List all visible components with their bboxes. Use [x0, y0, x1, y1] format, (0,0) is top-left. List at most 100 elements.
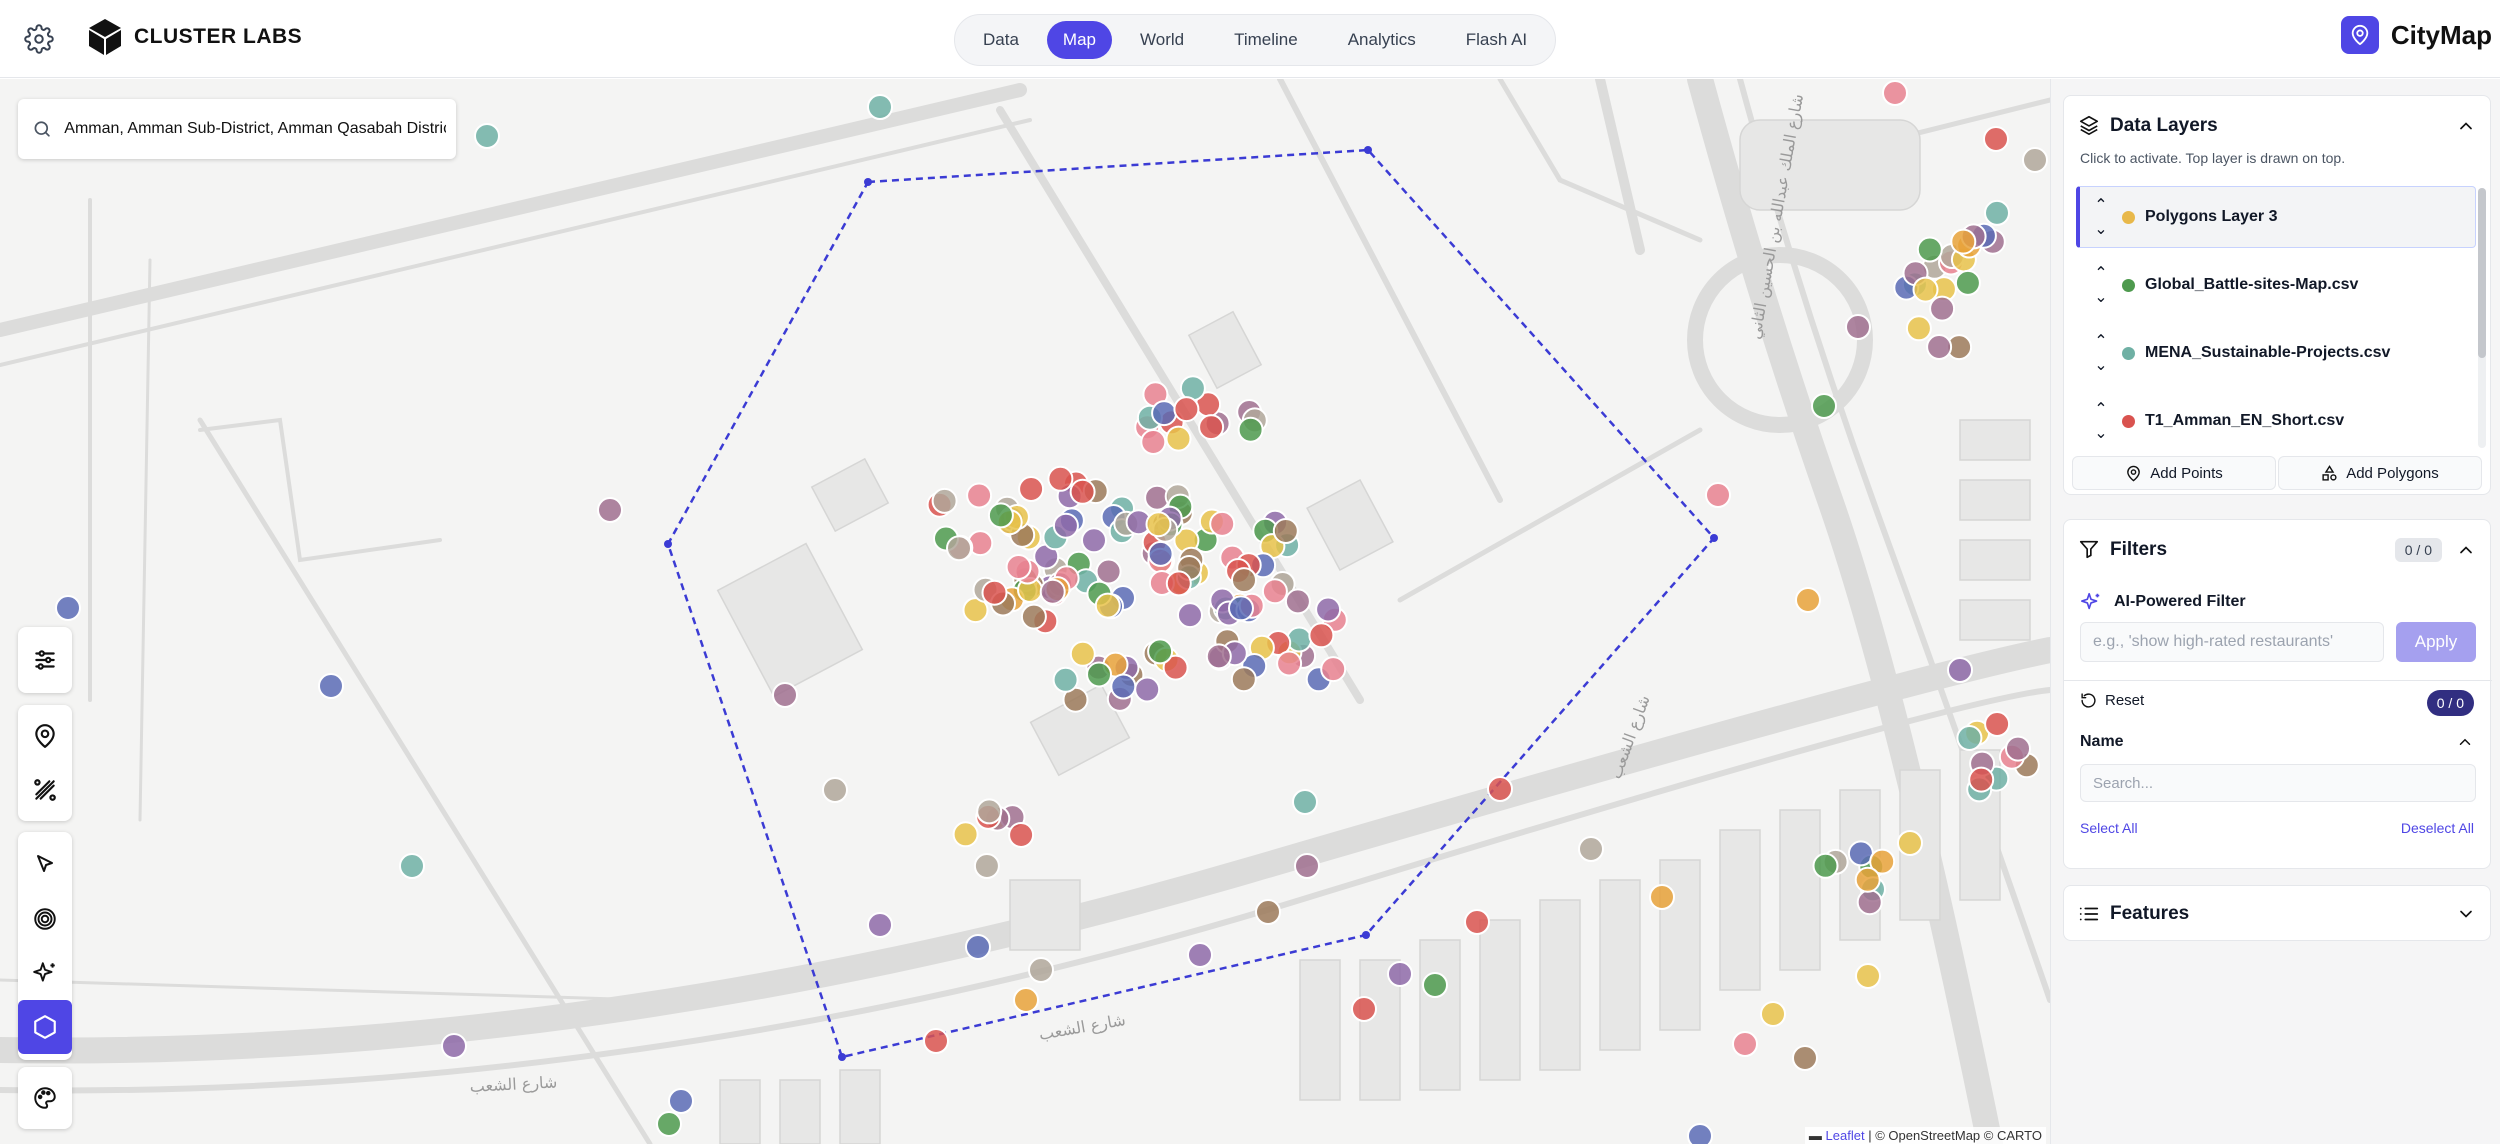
map-point[interactable]: [1198, 414, 1225, 441]
map-point[interactable]: [1947, 657, 1973, 683]
map-point[interactable]: [1209, 510, 1236, 537]
map-point[interactable]: [965, 934, 991, 960]
map-point[interactable]: [923, 1028, 949, 1054]
map-point[interactable]: [55, 595, 81, 621]
map-point[interactable]: [1145, 511, 1172, 538]
map-point[interactable]: [987, 502, 1014, 529]
map-point[interactable]: [399, 853, 425, 879]
hexagon-icon[interactable]: [18, 1000, 72, 1054]
map-point[interactable]: [1013, 987, 1039, 1013]
map-point[interactable]: [1968, 766, 1995, 793]
add-points-button[interactable]: Add Points: [2072, 456, 2276, 490]
map-point[interactable]: [1954, 269, 1981, 296]
map-point[interactable]: [1916, 236, 1943, 263]
map-point[interactable]: [1231, 567, 1257, 594]
map-point[interactable]: [656, 1111, 682, 1137]
draw-polygon-icon[interactable]: [18, 763, 72, 817]
target-icon[interactable]: [18, 892, 72, 946]
map-point[interactable]: [1882, 80, 1908, 106]
map-point[interactable]: [1905, 315, 1932, 342]
citymap-brand[interactable]: CityMap: [2340, 16, 2492, 54]
map-point[interactable]: [976, 798, 1003, 825]
map-point[interactable]: [822, 777, 848, 803]
map-point[interactable]: [966, 482, 993, 509]
map-point[interactable]: [441, 1033, 467, 1059]
map-point[interactable]: [1320, 656, 1347, 683]
ai-sparkle-icon[interactable]: [18, 946, 72, 1000]
add-polygons-button[interactable]: Add Polygons: [2278, 456, 2482, 490]
map-point[interactable]: [867, 94, 893, 120]
map-point[interactable]: [1464, 909, 1490, 935]
tab-timeline[interactable]: Timeline: [1212, 21, 1320, 59]
sliders-icon[interactable]: [18, 633, 72, 687]
map-point[interactable]: [1005, 554, 1032, 580]
map-point[interactable]: [1705, 482, 1731, 508]
map-point[interactable]: [1387, 961, 1413, 987]
map-pin-icon[interactable]: [18, 709, 72, 763]
map-point[interactable]: [1912, 276, 1939, 303]
map-point[interactable]: [1950, 228, 1977, 255]
map-point[interactable]: [1795, 587, 1821, 613]
move-down-icon[interactable]: ⌄: [2094, 355, 2107, 375]
map-point[interactable]: [1095, 558, 1122, 585]
map-point[interactable]: [1110, 673, 1137, 700]
map-point[interactable]: [1292, 789, 1318, 815]
map-point[interactable]: [1812, 852, 1839, 879]
map-point[interactable]: [1687, 1123, 1713, 1144]
map-point[interactable]: [1140, 429, 1167, 455]
map-point[interactable]: [1845, 314, 1871, 340]
map-point[interactable]: [1351, 996, 1377, 1022]
layer-list-scrollbar[interactable]: [2478, 188, 2486, 448]
map-point[interactable]: [1205, 643, 1232, 670]
map-point[interactable]: [1069, 478, 1096, 505]
map-point[interactable]: [973, 853, 1000, 879]
map-point[interactable]: [1897, 830, 1923, 856]
features-card[interactable]: Features: [2063, 885, 2491, 941]
map-point[interactable]: [1230, 666, 1257, 693]
map-point[interactable]: [1134, 676, 1161, 703]
map-point[interactable]: [2022, 147, 2048, 173]
layer-item-mena-sustainable-projects[interactable]: ⌃ ⌄ MENA_Sustainable-Projects.csv: [2076, 322, 2476, 384]
ai-filter-input[interactable]: [2080, 622, 2384, 662]
map-point[interactable]: [1294, 853, 1320, 879]
map-point[interactable]: [1276, 650, 1303, 677]
map-point[interactable]: [1856, 889, 1883, 916]
map-point[interactable]: [2005, 735, 2031, 762]
map-point[interactable]: [1760, 1001, 1786, 1027]
tab-world[interactable]: World: [1118, 21, 1206, 59]
map-point[interactable]: [1020, 603, 1047, 630]
map-point[interactable]: [1052, 512, 1079, 539]
map-point[interactable]: [1094, 592, 1121, 619]
map-point[interactable]: [1929, 295, 1956, 322]
map-point[interactable]: [952, 821, 979, 848]
name-search-input[interactable]: [2080, 764, 2476, 802]
map-point[interactable]: [1255, 899, 1281, 925]
map-point[interactable]: [1984, 199, 2010, 226]
chevron-up-icon[interactable]: [2456, 116, 2476, 136]
apply-button[interactable]: Apply: [2396, 622, 2476, 662]
map-point[interactable]: [1052, 666, 1079, 693]
map-point[interactable]: [1315, 596, 1342, 623]
map-point[interactable]: [1272, 518, 1299, 544]
cursor-arrow-icon[interactable]: [18, 838, 72, 892]
move-down-icon[interactable]: ⌄: [2094, 423, 2107, 443]
leaflet-link[interactable]: Leaflet: [1826, 1128, 1865, 1143]
scrollbar-thumb[interactable]: [2478, 188, 2486, 358]
layer-item-polygons-layer-3[interactable]: ⌃ ⌄ Polygons Layer 3: [2076, 186, 2476, 248]
move-down-icon[interactable]: ⌄: [2094, 219, 2107, 239]
map-point[interactable]: [1926, 334, 1953, 360]
map-point[interactable]: [981, 579, 1008, 606]
reset-button[interactable]: Reset: [2080, 692, 2144, 709]
map-point[interactable]: [1284, 588, 1311, 615]
map-point[interactable]: [946, 535, 972, 562]
map-point[interactable]: [1487, 776, 1513, 802]
map-point[interactable]: [1956, 725, 1983, 751]
map-point[interactable]: [1047, 465, 1074, 492]
location-search-input[interactable]: [64, 120, 446, 138]
map-point[interactable]: [1147, 540, 1174, 567]
map-point[interactable]: [931, 487, 958, 514]
layer-item-t1-amman[interactable]: ⌃ ⌄ T1_Amman_EN_Short.csv: [2076, 390, 2476, 446]
map-point[interactable]: [1855, 963, 1881, 989]
tab-analytics[interactable]: Analytics: [1326, 21, 1438, 59]
move-up-icon[interactable]: ⌃: [2094, 195, 2107, 215]
